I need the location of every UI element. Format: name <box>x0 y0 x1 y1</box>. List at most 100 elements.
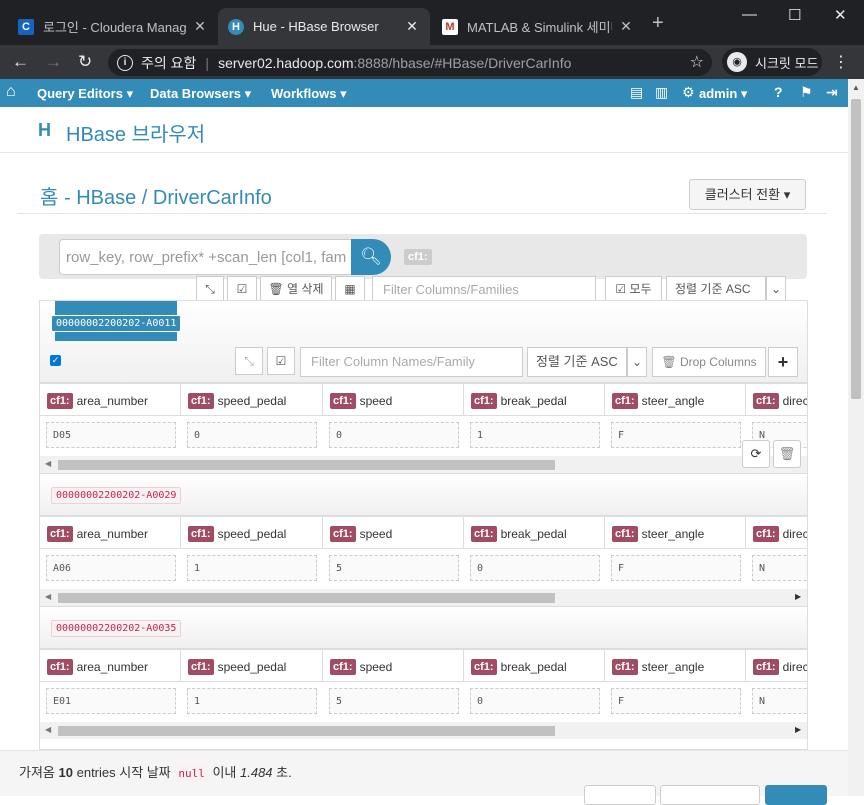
delete-row-button[interactable]: 🗑 <box>773 440 801 468</box>
all-toggle[interactable]: ☑ 모두 <box>605 276 662 302</box>
scroll-left-icon[interactable]: ◀ <box>45 725 51 734</box>
scroll-left-icon[interactable]: ◀ <box>45 459 51 468</box>
row-key[interactable]: 00000002200202-A0011 <box>51 315 182 332</box>
cell-value[interactable]: 0 <box>470 555 600 581</box>
delete-columns-button[interactable]: 🗑 열 삭제 <box>260 276 332 302</box>
scrollbar-thumb[interactable] <box>58 460 555 470</box>
column-header[interactable]: cf1: steer_angle <box>605 384 746 417</box>
cell-value[interactable]: 5 <box>329 555 459 581</box>
breadcrumb-home[interactable]: 홈 <box>40 187 58 209</box>
column-header[interactable]: cf1: area_number <box>40 650 181 683</box>
grid-view-button[interactable]: ▦ <box>335 276 365 302</box>
column-header[interactable]: cf1:direct <box>746 517 807 550</box>
column-header[interactable]: cf1: speed_pedal <box>181 650 323 683</box>
cell-value[interactable]: F <box>611 688 741 714</box>
scroll-right-icon[interactable]: ▶ <box>795 592 801 601</box>
cell-value[interactable]: N <box>752 688 807 714</box>
forward-icon[interactable]: → <box>45 52 62 72</box>
column-header[interactable]: cf1: break_pedal <box>464 650 605 683</box>
drop-columns-button[interactable]: 🗑 Drop Columns <box>652 347 766 377</box>
close-icon[interactable]: ✕ <box>192 18 208 35</box>
row-checkbox[interactable]: ✓ <box>50 355 61 366</box>
filter-columns-input[interactable]: Filter Columns/Families <box>372 276 596 302</box>
scroll-up-icon[interactable]: ▲ <box>852 83 860 92</box>
minimize-icon[interactable]: — <box>742 6 757 23</box>
data-browsers-menu[interactable]: Data Browsers ▾ <box>150 86 251 102</box>
column-header[interactable]: cf1: speed <box>323 384 464 417</box>
add-column-button[interactable]: + <box>768 347 798 377</box>
menu-kebab-icon[interactable]: ⋮ <box>833 52 849 72</box>
breadcrumb-hbase[interactable]: HBase <box>76 187 136 209</box>
column-header[interactable]: cf1:direct <box>746 384 807 417</box>
bookmark-star-icon[interactable]: ☆ <box>690 52 704 72</box>
scrollbar-thumb[interactable] <box>58 593 555 603</box>
tab-hue[interactable]: H Hue - HBase Browser ✕ <box>218 8 430 45</box>
horizontal-scrollbar[interactable]: ◀ ▶ <box>40 722 807 739</box>
filter-column-names-input[interactable]: Filter Column Names/Family <box>300 347 523 377</box>
reload-icon[interactable]: ↻ <box>78 52 92 72</box>
cell-value[interactable]: N <box>752 555 807 581</box>
refresh-row-button[interactable]: ⟳ <box>742 440 770 468</box>
select-all-button[interactable]: ☑ <box>227 276 257 302</box>
column-header[interactable]: cf1: area_number <box>40 517 181 550</box>
cell-value[interactable]: 0 <box>329 422 459 448</box>
column-header[interactable]: cf1: break_pedal <box>464 384 605 417</box>
collapse-button[interactable]: ⤡ <box>196 276 224 302</box>
search-button[interactable]: 🔍︎ <box>351 239 391 275</box>
tab-matlab[interactable]: M MATLAB & Simulink 세미나 ✕ <box>432 8 644 45</box>
window-close-icon[interactable]: ✕ <box>834 6 847 24</box>
user-menu[interactable]: admin ▾ <box>699 86 747 102</box>
flag-icon[interactable]: ⚑ <box>800 84 813 101</box>
logout-icon[interactable]: ⇥ <box>826 84 838 101</box>
row-search-input[interactable]: row_key, row_prefix* +scan_len [col1, fa… <box>59 239 353 275</box>
query-editors-menu[interactable]: Query Editors ▾ <box>37 86 133 102</box>
switch-cluster-button[interactable]: 클러스터 전환 ▾ <box>689 179 806 210</box>
column-header[interactable]: cf1: speed_pedal <box>181 384 323 417</box>
scrollbar-thumb[interactable] <box>851 99 861 399</box>
cell-value[interactable]: 1 <box>187 688 317 714</box>
cell-value[interactable]: F <box>611 422 741 448</box>
row-collapse-button[interactable]: ⤡ <box>235 347 263 375</box>
row-select-button[interactable]: ☑ <box>267 347 295 375</box>
breadcrumb-table[interactable]: DriverCarInfo <box>153 187 272 209</box>
footer-button[interactable] <box>660 785 760 805</box>
maximize-icon[interactable]: ☐ <box>788 6 801 24</box>
cell-value[interactable]: 1 <box>470 422 600 448</box>
close-icon[interactable]: ✕ <box>618 18 634 35</box>
cell-value[interactable]: 0 <box>187 422 317 448</box>
scroll-left-icon[interactable]: ◀ <box>45 592 51 601</box>
security-label[interactable]: 주의 요함 <box>141 53 196 73</box>
cell-value[interactable]: E01 <box>46 688 176 714</box>
document-icon[interactable]: ▤ <box>630 84 643 101</box>
home-icon[interactable]: ⌂ <box>6 83 16 101</box>
row-key[interactable]: 00000002200202-A0035 <box>51 620 182 637</box>
back-icon[interactable]: ← <box>12 52 29 72</box>
cell-value[interactable]: 1 <box>187 555 317 581</box>
horizontal-scrollbar[interactable]: ◀ <box>40 456 807 473</box>
scrollbar-thumb[interactable] <box>58 726 555 736</box>
footer-button[interactable] <box>584 785 656 805</box>
column-header[interactable]: cf1: speed_pedal <box>181 517 323 550</box>
column-header[interactable]: cf1: speed <box>323 650 464 683</box>
column-family-badge[interactable]: cf1: <box>404 249 432 265</box>
sort-button[interactable]: 정렬 기준 ASC <box>666 276 766 302</box>
column-header[interactable]: cf1: steer_angle <box>605 650 746 683</box>
row-key[interactable]: 00000002200202-A0029 <box>51 487 182 504</box>
help-icon[interactable]: ? <box>774 84 783 100</box>
cell-value[interactable]: F <box>611 555 741 581</box>
cell-value[interactable]: A06 <box>46 555 176 581</box>
cell-value[interactable]: D05 <box>46 422 176 448</box>
column-header[interactable]: cf1: break_pedal <box>464 517 605 550</box>
gears-icon[interactable]: ⚙ <box>682 84 695 101</box>
sort-dropdown[interactable]: ⌄ <box>766 276 786 302</box>
footer-primary-button[interactable] <box>765 785 827 805</box>
cell-value[interactable]: 5 <box>329 688 459 714</box>
url-input[interactable]: i 주의 요함 | server02.hadoop.com :8888/hbas… <box>108 49 712 76</box>
row-sort-button[interactable]: 정렬 기준 ASC <box>527 347 627 377</box>
column-header[interactable]: cf1: area_number <box>40 384 181 417</box>
tab-cloudera[interactable]: C 로그인 - Cloudera Manage ✕ <box>8 8 218 45</box>
column-header[interactable]: cf1:direct <box>746 650 807 683</box>
scroll-right-icon[interactable]: ▶ <box>795 725 801 734</box>
row-sort-dropdown[interactable]: ⌄ <box>627 347 647 377</box>
cell-value[interactable]: 0 <box>470 688 600 714</box>
